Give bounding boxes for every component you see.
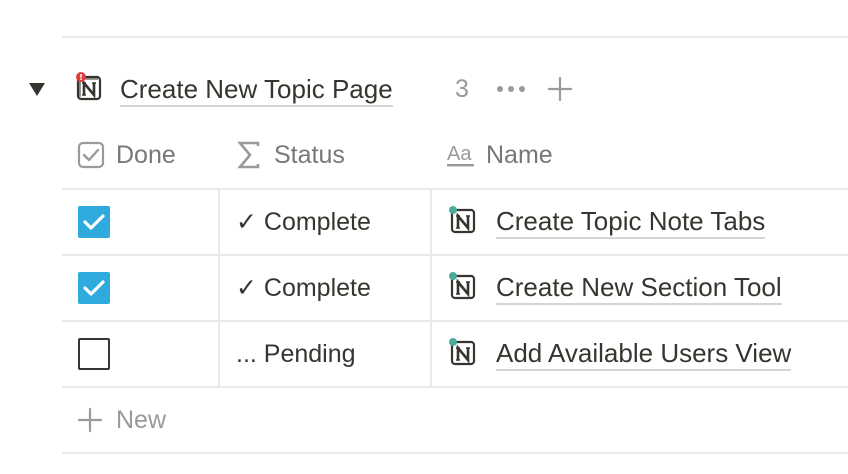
group-count: 3	[455, 75, 469, 103]
done-checkbox[interactable]	[78, 206, 110, 238]
plus-icon	[76, 406, 104, 434]
notion-page-icon	[74, 72, 104, 102]
row-name-link[interactable]: Add Available Users View	[496, 337, 792, 371]
top-divider	[62, 36, 848, 38]
done-checkbox[interactable]	[78, 338, 110, 370]
notion-page-icon	[448, 338, 478, 368]
cell-divider	[218, 322, 220, 388]
column-headers: Done Status Aa Name	[62, 124, 848, 190]
table-row: ... Pending Add Available Users View	[62, 322, 848, 388]
text-property-icon: Aa	[446, 140, 476, 170]
column-label-name: Name	[486, 140, 553, 169]
more-options-icon[interactable]	[495, 76, 529, 102]
notion-page-icon	[448, 272, 478, 302]
column-header-done[interactable]: Done	[76, 138, 176, 172]
group-header: Create New Topic Page 3	[0, 64, 848, 114]
column-label-done: Done	[116, 140, 176, 169]
notion-page-icon	[448, 206, 478, 236]
cell-divider	[218, 256, 220, 322]
group-title-link[interactable]: Create New Topic Page	[120, 73, 393, 107]
status-value: ... Pending	[236, 340, 356, 368]
cell-divider	[218, 190, 220, 256]
cell-divider	[430, 322, 432, 388]
row-name-link[interactable]: Create New Section Tool	[496, 271, 782, 305]
status-value: ✓ Complete	[236, 208, 371, 236]
column-label-status: Status	[274, 140, 345, 169]
table-row: ✓ Complete Create Topic Note Tabs	[62, 190, 848, 256]
sigma-formula-icon	[234, 140, 264, 170]
done-checkbox[interactable]	[78, 272, 110, 304]
status-value: ✓ Complete	[236, 274, 371, 302]
new-row-button[interactable]: New	[62, 390, 848, 454]
column-header-status[interactable]: Status	[234, 138, 345, 172]
svg-text:Aa: Aa	[447, 143, 472, 165]
new-row-label: New	[116, 406, 167, 434]
table-row: ✓ Complete Create New Section Tool	[62, 256, 848, 322]
row-name-link[interactable]: Create Topic Note Tabs	[496, 205, 766, 239]
column-header-name[interactable]: Aa Name	[446, 138, 553, 172]
add-item-icon[interactable]	[546, 75, 574, 103]
checkbox-property-icon	[76, 140, 106, 170]
cell-divider	[430, 190, 432, 256]
collapse-toggle-icon[interactable]	[26, 78, 48, 100]
cell-divider	[430, 256, 432, 322]
